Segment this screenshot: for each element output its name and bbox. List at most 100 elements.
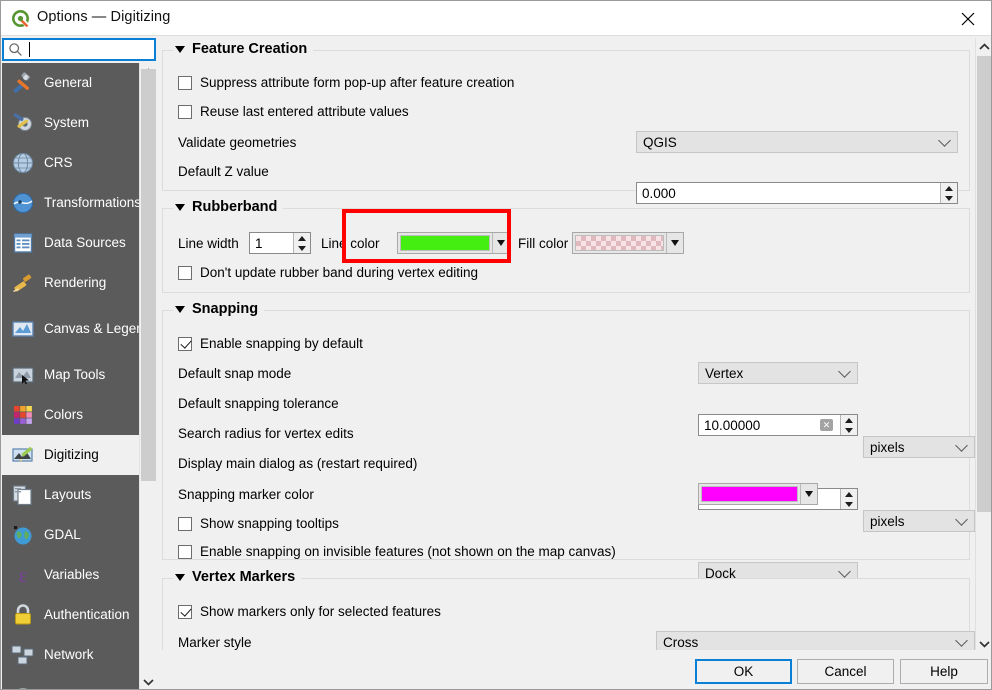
cancel-button[interactable]: Cancel <box>797 659 894 684</box>
label-snapping-marker-color: Snapping marker color <box>178 487 314 502</box>
globe-gdal-icon <box>10 522 36 548</box>
chevron-down-icon <box>955 439 968 452</box>
combo-marker-style[interactable]: Cross <box>656 631 975 652</box>
checkbox-label: Reuse last entered attribute values <box>200 104 409 119</box>
group-title-rubberband[interactable]: Rubberband <box>173 199 284 215</box>
sidebar-scrollbar[interactable] <box>139 63 157 689</box>
sidebar-item-network[interactable]: Network <box>2 635 139 675</box>
group-title-vertex-markers[interactable]: Vertex Markers <box>173 569 302 585</box>
page-title: Options — Digitizing <box>37 9 171 25</box>
collapse-triangle-icon[interactable] <box>175 573 185 581</box>
sidebar-item-label: Canvas & Legend <box>44 320 139 336</box>
spinner-default-z-value[interactable] <box>940 183 957 203</box>
checkbox-suppress-attribute-form[interactable]: Suppress attribute form pop-up after fea… <box>178 75 514 90</box>
content-scrollbar-thumb[interactable] <box>977 56 991 512</box>
sidebar-item-label: Variables <box>44 566 100 582</box>
sidebar-item-variables[interactable]: ε Variables <box>2 555 139 595</box>
sidebar-item-transformations[interactable]: Transformations <box>2 183 139 223</box>
sidebar-item-data-sources[interactable]: Data Sources <box>2 223 139 263</box>
color-dropdown-icon[interactable] <box>492 233 509 253</box>
combo-value: pixels <box>870 513 905 529</box>
input-line-width[interactable]: 1 <box>249 232 311 254</box>
sidebar-item-digitizing[interactable]: Digitizing <box>2 435 139 475</box>
scroll-down-icon[interactable] <box>140 673 157 689</box>
sidebar-item-map-tools[interactable]: Map Tools <box>2 355 139 395</box>
map-cursor-icon <box>10 362 36 388</box>
color-dropdown-icon[interactable] <box>666 233 683 253</box>
checkbox-box[interactable] <box>178 104 192 119</box>
input-default-snapping-tolerance[interactable]: 10.00000 ✕ <box>698 414 858 436</box>
checkbox-enable-snapping[interactable]: Enable snapping by default <box>178 336 363 351</box>
checkbox-show-snapping-tooltips[interactable]: Show snapping tooltips <box>178 516 339 531</box>
line-color-swatch[interactable] <box>400 235 490 251</box>
color-button-fill-color[interactable] <box>572 232 684 254</box>
search-box[interactable] <box>2 38 156 61</box>
snapping-marker-color-swatch[interactable] <box>701 486 798 502</box>
options-content: Feature Creation Suppress attribute form… <box>157 38 975 652</box>
spinner-line-width[interactable] <box>293 233 310 253</box>
sidebar-item-label: Transformations <box>44 194 139 210</box>
help-button[interactable]: Help <box>900 659 988 684</box>
collapse-triangle-icon[interactable] <box>175 305 185 313</box>
sidebar-item-layouts[interactable]: Layouts <box>2 475 139 515</box>
spinner-down-icon[interactable] <box>941 193 957 203</box>
sidebar[interactable]: General System CRS Transformations Data … <box>2 63 139 689</box>
checkbox-enable-invisible-features[interactable]: Enable snapping on invisible features (n… <box>178 544 616 559</box>
combo-validate-geometries[interactable]: QGIS <box>636 131 958 153</box>
spinner-up-icon[interactable] <box>941 183 957 193</box>
combo-search-radius-unit[interactable]: pixels <box>863 510 975 532</box>
collapse-triangle-icon[interactable] <box>175 45 185 53</box>
color-button-snapping-marker[interactable] <box>698 483 818 505</box>
spinner-up-icon[interactable] <box>294 233 310 243</box>
combo-default-snap-mode[interactable]: Vertex <box>698 362 858 384</box>
input-default-z-value[interactable]: 0.000 <box>636 182 958 204</box>
spinner-up-icon[interactable] <box>841 415 857 425</box>
spinner-down-icon[interactable] <box>294 243 310 253</box>
sidebar-item-label: Colors <box>44 406 84 422</box>
svg-text:ε: ε <box>19 565 27 587</box>
sidebar-item-canvas-legend[interactable]: Canvas & Legend <box>2 303 139 355</box>
checkbox-box[interactable] <box>178 544 192 559</box>
spinner-down-icon[interactable] <box>841 499 857 509</box>
sidebar-item-gdal[interactable]: GDAL <box>2 515 139 555</box>
combo-tolerance-unit[interactable]: pixels <box>863 436 975 458</box>
checkbox-box[interactable] <box>178 604 192 619</box>
group-title-snapping[interactable]: Snapping <box>173 301 265 317</box>
spinner-search-radius[interactable] <box>840 489 857 509</box>
spinner-down-icon[interactable] <box>841 425 857 435</box>
close-icon[interactable] <box>945 1 991 36</box>
spinner-up-icon[interactable] <box>841 489 857 499</box>
checkbox-reuse-last-values[interactable]: Reuse last entered attribute values <box>178 104 409 119</box>
label-marker-style: Marker style <box>178 635 252 650</box>
checkbox-show-markers-selected[interactable]: Show markers only for selected features <box>178 604 441 619</box>
sidebar-item-partial[interactable] <box>2 675 139 689</box>
sidebar-item-system[interactable]: System <box>2 103 139 143</box>
sidebar-scrollbar-thumb[interactable] <box>141 69 156 481</box>
spinner-default-snapping-tolerance[interactable] <box>840 415 857 435</box>
ok-button[interactable]: OK <box>695 659 792 684</box>
search-input[interactable] <box>27 42 147 57</box>
sidebar-item-crs[interactable]: CRS <box>2 143 139 183</box>
sidebar-item-colors[interactable]: Colors <box>2 395 139 435</box>
checkbox-dont-update-rubberband[interactable]: Don't update rubber band during vertex e… <box>178 265 478 280</box>
checkbox-box[interactable] <box>178 265 192 280</box>
padlock-icon <box>10 602 36 628</box>
checkbox-box[interactable] <box>178 336 192 351</box>
partial-icon <box>10 682 36 689</box>
color-button-line-color[interactable] <box>397 232 510 254</box>
group-title-feature-creation[interactable]: Feature Creation <box>173 41 314 57</box>
sidebar-item-label: Map Tools <box>44 366 106 382</box>
checkbox-label: Enable snapping by default <box>200 336 363 351</box>
content-scrollbar[interactable] <box>975 38 991 652</box>
scroll-up-icon[interactable] <box>976 38 991 55</box>
color-dropdown-icon[interactable] <box>800 484 817 504</box>
sidebar-item-general[interactable]: General <box>2 63 139 103</box>
checkbox-box[interactable] <box>178 516 192 531</box>
sidebar-item-rendering[interactable]: Rendering <box>2 263 139 303</box>
checkbox-box[interactable] <box>178 75 192 90</box>
fill-color-swatch[interactable] <box>575 235 664 251</box>
clear-icon[interactable]: ✕ <box>820 419 833 431</box>
collapse-triangle-icon[interactable] <box>175 203 185 211</box>
canvas-legend-icon <box>10 316 36 342</box>
sidebar-item-authentication[interactable]: Authentication <box>2 595 139 635</box>
